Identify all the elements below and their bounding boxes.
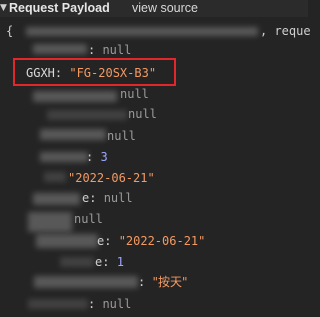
redacted-key (47, 110, 127, 120)
payload-root-suffix: , reque (260, 24, 311, 38)
redacted-key (33, 44, 87, 54)
redacted-key (34, 276, 138, 288)
redacted-key (33, 193, 80, 205)
payload-field-line[interactable]: e: 1 (95, 255, 124, 269)
payload-field-line[interactable]: : null (88, 43, 131, 57)
redacted-key (60, 257, 94, 267)
payload-root-line[interactable]: { (6, 24, 13, 38)
redacted-key (28, 299, 88, 309)
payload-field-line[interactable]: "2022-06-21" (68, 171, 155, 185)
payload-field-line[interactable]: null (74, 212, 103, 226)
redacted-key (33, 91, 117, 102)
payload-field-line[interactable]: null (120, 87, 149, 101)
payload-field-line[interactable]: e: null (82, 191, 133, 205)
payload-field-line[interactable]: : "按天" (138, 275, 188, 289)
highlight-box (13, 58, 176, 86)
collapse-triangle-icon[interactable]: ▼ (0, 3, 7, 13)
redacted-key (40, 152, 88, 162)
view-source-link[interactable]: view source (132, 1, 198, 15)
request-payload-panel: ▼ Request Payload view source { , reque … (0, 0, 311, 317)
payload-field-line[interactable]: null (107, 129, 136, 143)
redacted-key (36, 234, 98, 248)
payload-field-line[interactable]: null (128, 107, 157, 121)
payload-field-line[interactable]: e: "2022-06-21" (97, 234, 205, 248)
redacted-key (28, 212, 72, 232)
redacted-key (44, 172, 66, 182)
payload-field-line[interactable]: : 3 (86, 150, 108, 164)
payload-header[interactable]: ▼ Request Payload view source (0, 0, 308, 17)
redacted-text (26, 27, 258, 36)
payload-title: Request Payload (9, 1, 110, 15)
redacted-key (40, 129, 106, 140)
payload-field-line[interactable]: : null (88, 297, 131, 311)
